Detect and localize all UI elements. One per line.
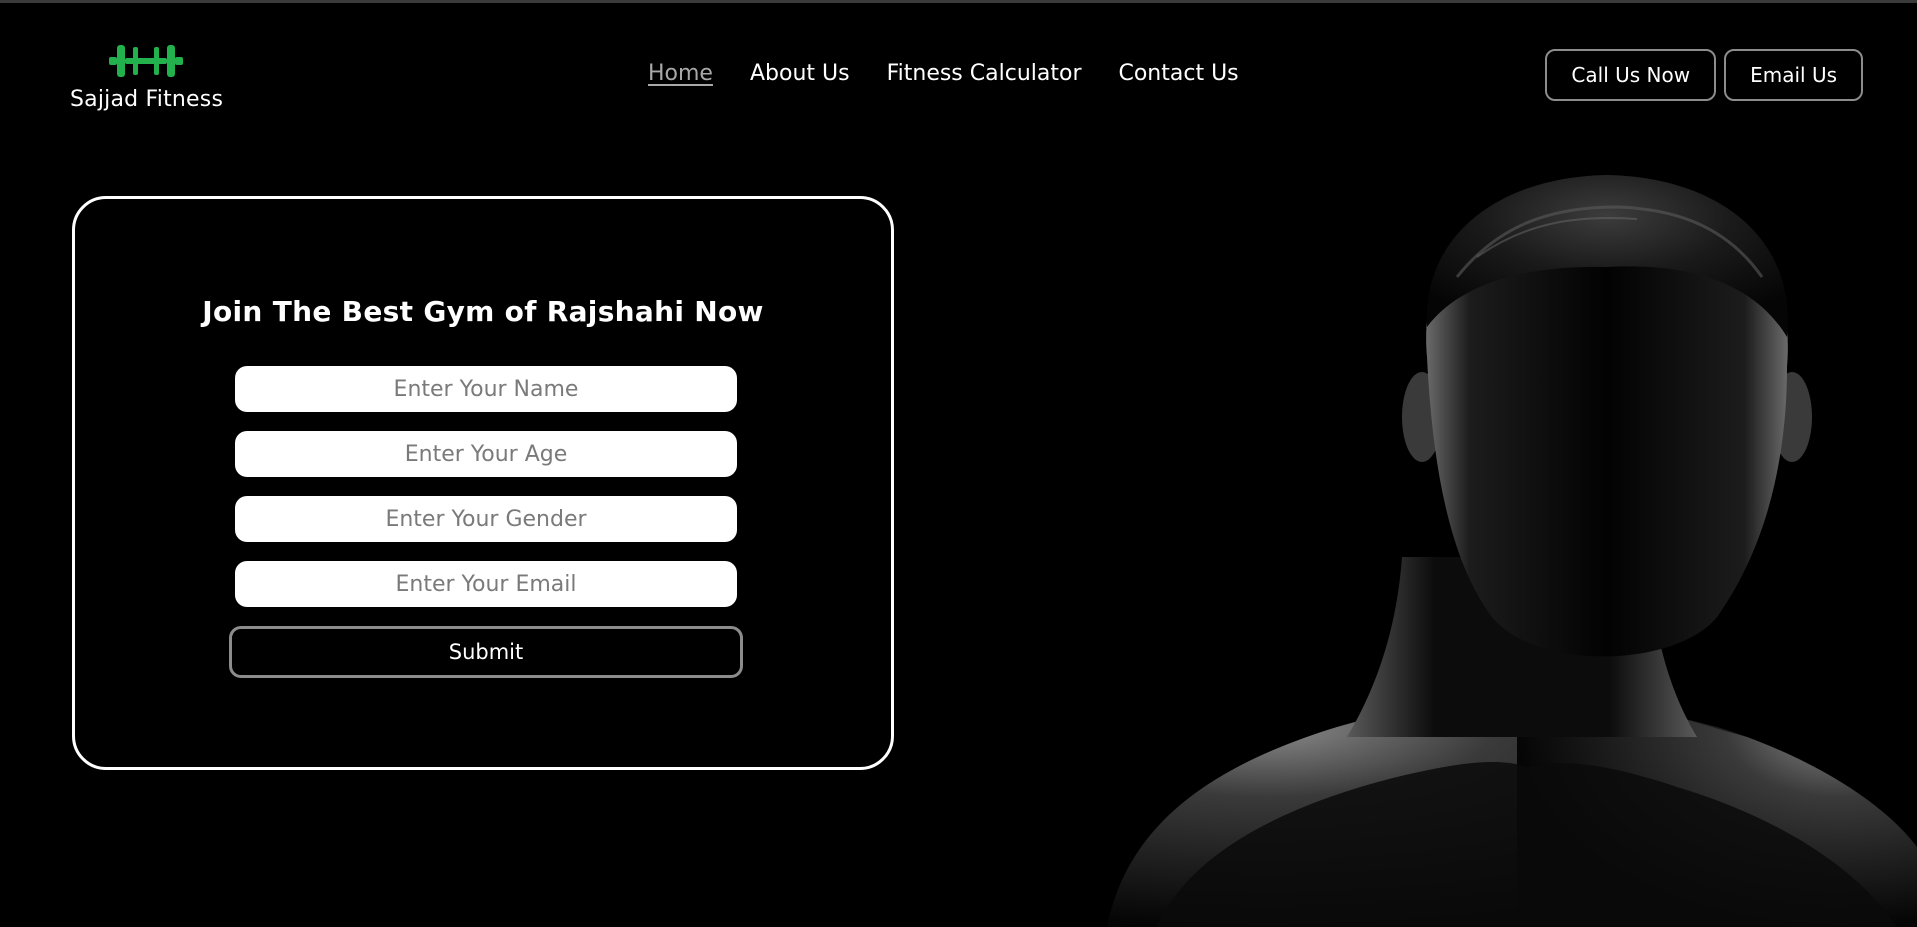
nav-item-contact-us[interactable]: Contact Us (1118, 61, 1238, 86)
header-actions: Call Us Now Email Us (1545, 49, 1863, 101)
brand-logo[interactable]: Sajjad Fitness (70, 37, 224, 112)
join-form-title: Join The Best Gym of Rajshahi Now (202, 295, 764, 328)
nav-item-home[interactable]: Home (648, 61, 713, 86)
age-input[interactable] (235, 431, 737, 477)
brand-name: Sajjad Fitness (70, 87, 224, 112)
join-form-card: Join The Best Gym of Rajshahi Now Submit (72, 196, 894, 770)
call-us-now-button[interactable]: Call Us Now (1545, 49, 1717, 101)
join-form: Submit (229, 366, 743, 678)
submit-button[interactable]: Submit (229, 626, 743, 678)
nav-item-about-us[interactable]: About Us (750, 61, 850, 86)
dumbbell-icon (109, 45, 183, 77)
gender-input[interactable] (235, 496, 737, 542)
email-us-button[interactable]: Email Us (1724, 49, 1863, 101)
landing-page: Sajjad Fitness Home About Us Fitness Cal… (0, 0, 1917, 927)
email-input[interactable] (235, 561, 737, 607)
nav-item-fitness-calculator[interactable]: Fitness Calculator (887, 61, 1082, 86)
name-input[interactable] (235, 366, 737, 412)
hero-athlete-image (1107, 175, 1917, 927)
main-nav: Home About Us Fitness Calculator Contact… (648, 61, 1239, 86)
